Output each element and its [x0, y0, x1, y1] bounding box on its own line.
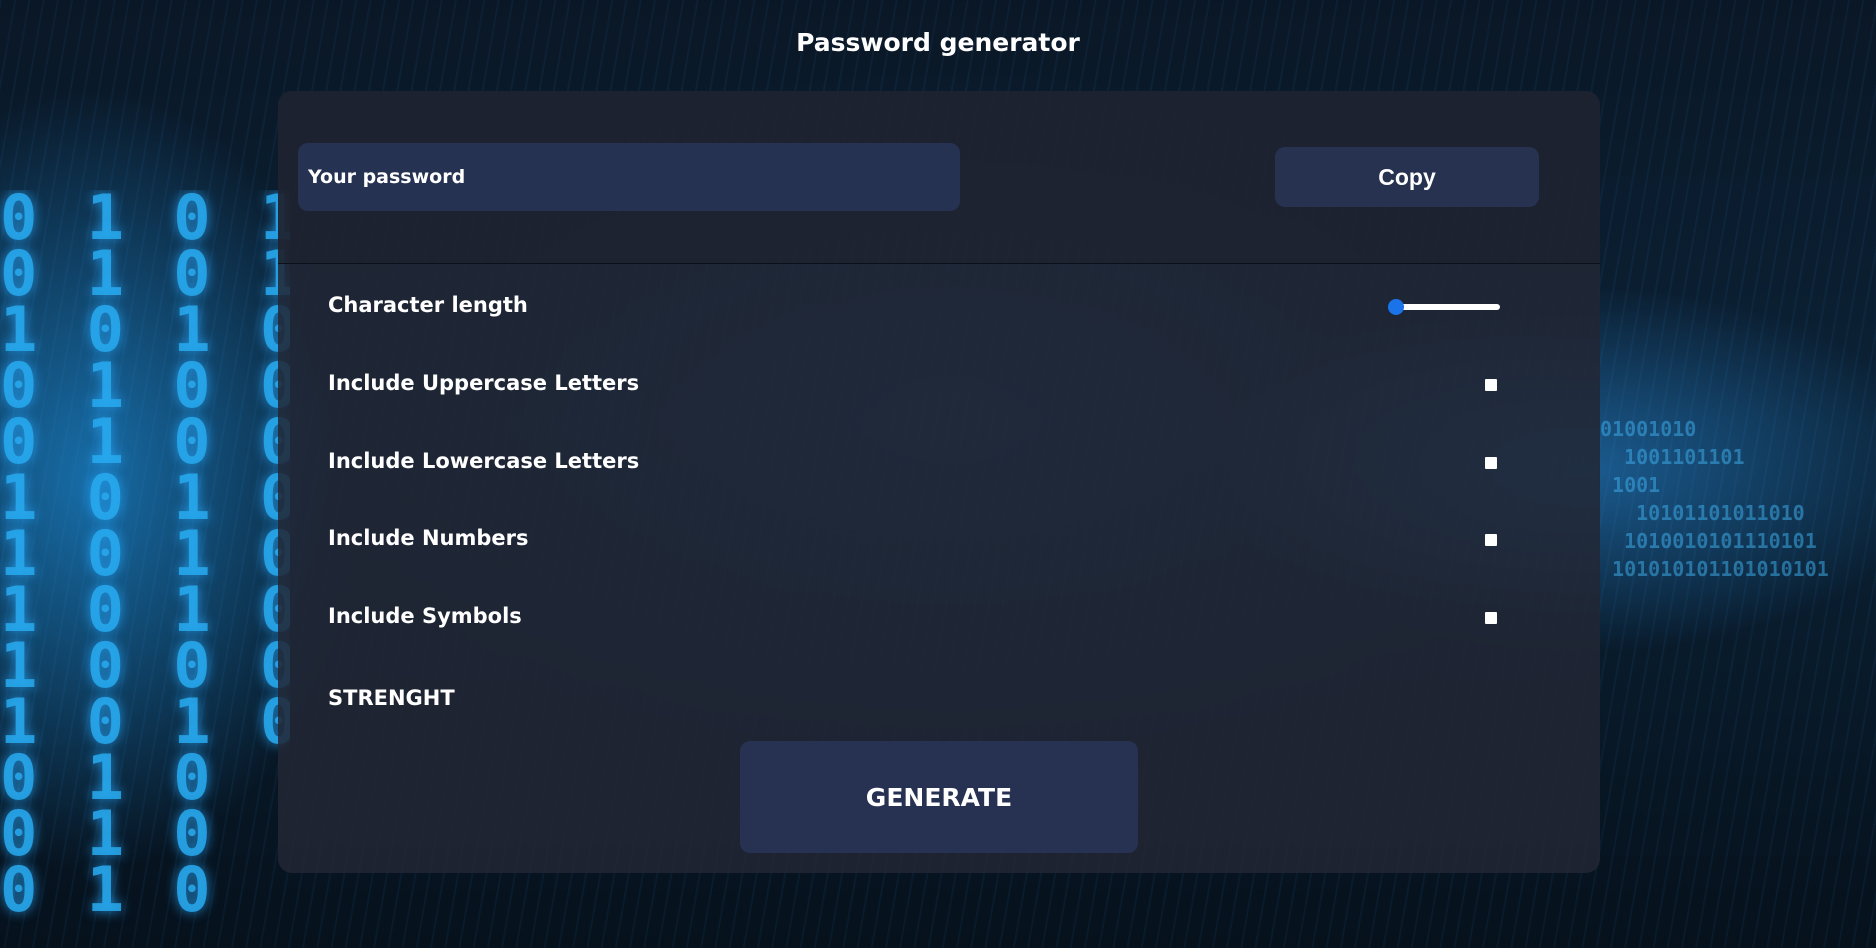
- uppercase-checkbox[interactable]: [1485, 379, 1497, 391]
- uppercase-label: Include Uppercase Letters: [328, 371, 640, 395]
- slider-thumb-icon[interactable]: [1388, 299, 1404, 315]
- slider-track: [1388, 304, 1500, 310]
- background-binary-digits-left: 0 1 0 1 0 0 1 0 1 0 1 0 1 0 1 0 1 0 0 0 …: [0, 190, 290, 926]
- option-row-uppercase: Include Uppercase Letters: [328, 365, 1498, 405]
- lowercase-checkbox[interactable]: [1485, 457, 1497, 469]
- option-row-symbols: Include Symbols: [328, 598, 1498, 638]
- lowercase-label: Include Lowercase Letters: [328, 449, 640, 473]
- generator-panel: Copy Character length Include Uppercase …: [278, 91, 1600, 873]
- background-binary-digits-right: 01001010 1001101101 1001 10101101011010 …: [1600, 417, 1829, 581]
- option-row-numbers: Include Numbers: [328, 520, 1498, 560]
- option-row-character-length: Character length: [328, 287, 1500, 327]
- copy-button[interactable]: Copy: [1275, 147, 1539, 207]
- symbols-checkbox[interactable]: [1485, 612, 1497, 624]
- password-header: Copy: [278, 91, 1600, 264]
- numbers-checkbox[interactable]: [1485, 534, 1497, 546]
- option-row-lowercase: Include Lowercase Letters: [328, 443, 1498, 483]
- page-title: Password generator: [796, 28, 1080, 57]
- password-output-field[interactable]: [298, 143, 960, 211]
- character-length-label: Character length: [328, 293, 528, 317]
- symbols-label: Include Symbols: [328, 604, 522, 628]
- strength-label: STRENGHT: [328, 686, 455, 710]
- generate-button[interactable]: GENERATE: [740, 741, 1138, 853]
- numbers-label: Include Numbers: [328, 526, 529, 550]
- character-length-slider[interactable]: [1388, 299, 1500, 315]
